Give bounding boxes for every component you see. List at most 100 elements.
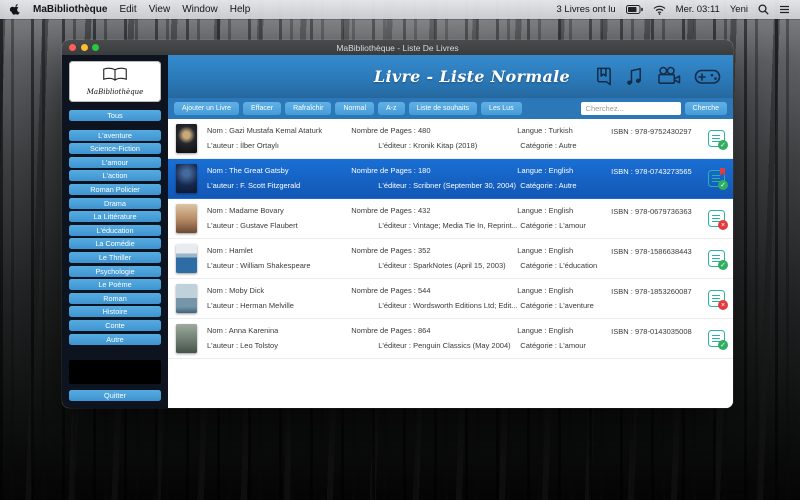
book-row[interactable]: Nom : Madame Bovary L'auteur : Gustave F… bbox=[168, 199, 733, 239]
field-label: L'auteur : bbox=[207, 301, 239, 310]
menu-window[interactable]: Window bbox=[182, 4, 218, 15]
apple-menu-icon[interactable] bbox=[10, 3, 21, 16]
field-label: Nombre de Pages : bbox=[351, 127, 416, 136]
field-label: Nom : bbox=[207, 207, 228, 216]
search-button[interactable]: Cherche bbox=[684, 102, 727, 115]
menubar-clock[interactable]: Mer. 03:11 bbox=[676, 4, 720, 15]
sidebar-item-le-poeme[interactable]: Le Poème bbox=[69, 279, 161, 291]
sidebar-item-histoire[interactable]: Histoire bbox=[69, 306, 161, 318]
clear-button[interactable]: Effacer bbox=[243, 102, 282, 115]
menubar-app-name[interactable]: MaBibliothèque bbox=[33, 4, 107, 15]
book-row[interactable]: Nom : Anna Karenina L'auteur : Leo Tolst… bbox=[168, 319, 733, 359]
book-pages: 432 bbox=[417, 207, 431, 216]
sidebar-item-laction[interactable]: L'action bbox=[69, 170, 161, 182]
book-category: Autre bbox=[558, 181, 577, 190]
book-title: Gazi Mustafa Kemal Ataturk bbox=[229, 127, 323, 136]
films-mode-icon[interactable] bbox=[656, 66, 682, 87]
book-isbn: 978-9752430297 bbox=[634, 127, 692, 136]
book-language: English bbox=[548, 207, 574, 216]
field-label: Langue : bbox=[517, 167, 547, 176]
book-author: Gustave Flaubert bbox=[240, 221, 298, 230]
book-isbn: 978-0143035008 bbox=[634, 327, 692, 336]
quit-button[interactable]: Quitter bbox=[69, 389, 161, 401]
app-window: MaBibliothèque - Liste De Livres MaBibli… bbox=[62, 40, 733, 408]
book-category: L'aventure bbox=[559, 301, 594, 310]
sidebar-item-la-litterature[interactable]: La Littérature bbox=[69, 211, 161, 223]
search-input[interactable] bbox=[580, 102, 681, 115]
sidebar-item-roman[interactable]: Roman bbox=[69, 292, 161, 304]
games-mode-icon[interactable] bbox=[694, 69, 721, 85]
add-book-button[interactable]: Ajouter un Livre bbox=[174, 102, 240, 115]
menu-view[interactable]: View bbox=[149, 4, 171, 15]
normal-view-button[interactable]: Normal bbox=[335, 102, 374, 115]
sidebar-item-roman-policier[interactable]: Roman Policier bbox=[69, 183, 161, 195]
sidebar-item-tous[interactable]: Tous bbox=[69, 110, 161, 122]
wishlist-button[interactable]: Liste de souhaits bbox=[408, 102, 478, 115]
book-row[interactable]: Nom : Gazi Mustafa Kemal Ataturk L'auteu… bbox=[168, 119, 733, 159]
field-label: ISBN : bbox=[611, 207, 633, 216]
book-cover bbox=[176, 284, 197, 313]
refresh-button[interactable]: Rafraîchir bbox=[285, 102, 332, 115]
open-book-icon bbox=[100, 67, 130, 87]
read-status-icon[interactable]: ✓ bbox=[708, 250, 728, 270]
zoom-window-button[interactable] bbox=[92, 44, 99, 51]
field-label: L'auteur : bbox=[207, 221, 239, 230]
sidebar-item-le-thriller[interactable]: Le Thriller bbox=[69, 251, 161, 263]
book-publisher: Vintage; Media Tie In, Reprint... bbox=[413, 221, 518, 230]
book-language: English bbox=[548, 327, 574, 336]
read-status-icon[interactable]: ✓ bbox=[708, 130, 728, 150]
notification-center-icon[interactable] bbox=[779, 5, 790, 14]
check-badge: ✓ bbox=[718, 140, 728, 150]
menubar-user[interactable]: Yeni bbox=[730, 4, 748, 15]
field-label: Catégorie : bbox=[520, 221, 557, 230]
spotlight-icon[interactable] bbox=[758, 4, 769, 15]
sidebar-item-drama[interactable]: Drama bbox=[69, 197, 161, 209]
books-mode-icon[interactable] bbox=[594, 66, 613, 87]
sidebar-item-laventure[interactable]: L'aventure bbox=[69, 129, 161, 141]
book-author: İlber Ortaylı bbox=[240, 141, 279, 150]
book-title: Anna Karenina bbox=[228, 327, 279, 336]
read-status-icon[interactable]: × bbox=[708, 210, 728, 230]
sidebar-item-la-comedie[interactable]: La Comédie bbox=[69, 238, 161, 250]
menubar-status-text[interactable]: 3 Livres ont lu bbox=[557, 4, 616, 15]
field-label: ISBN : bbox=[611, 327, 633, 336]
sidebar-item-lamour[interactable]: L'amour bbox=[69, 156, 161, 168]
window-titlebar[interactable]: MaBibliothèque - Liste De Livres bbox=[62, 40, 733, 55]
book-category: L'amour bbox=[559, 221, 586, 230]
sidebar-item-autre[interactable]: Autre bbox=[69, 333, 161, 345]
field-label: Catégorie : bbox=[520, 141, 557, 150]
sidebar-item-leducation[interactable]: L'éducation bbox=[69, 224, 161, 236]
window-title: MaBibliothèque - Liste De Livres bbox=[336, 42, 459, 53]
sidebar-item-science-fiction[interactable]: Science-Fiction bbox=[69, 143, 161, 155]
read-status-icon[interactable]: ✓ bbox=[708, 330, 728, 350]
field-label: Catégorie : bbox=[520, 341, 557, 350]
book-author: Leo Tolstoy bbox=[240, 341, 278, 350]
read-status-icon[interactable]: × bbox=[708, 290, 728, 310]
menu-bar: MaBibliothèque Edit View Window Help 3 L… bbox=[0, 0, 800, 19]
book-row[interactable]: Nom : Hamlet L'auteur : William Shakespe… bbox=[168, 239, 733, 279]
music-mode-icon[interactable] bbox=[625, 66, 644, 87]
book-title: The Great Gatsby bbox=[228, 167, 289, 176]
read-status-icon[interactable]: ✓ bbox=[708, 168, 728, 190]
menu-help[interactable]: Help bbox=[230, 4, 251, 15]
read-list-button[interactable]: Les Lus bbox=[481, 102, 522, 115]
field-label: Langue : bbox=[517, 327, 547, 336]
wifi-icon[interactable] bbox=[653, 5, 666, 15]
book-cover bbox=[176, 164, 197, 193]
book-pages: 480 bbox=[417, 127, 431, 136]
battery-icon[interactable] bbox=[625, 5, 643, 14]
minimize-window-button[interactable] bbox=[80, 44, 88, 51]
close-window-button[interactable] bbox=[69, 44, 76, 51]
sidebar-item-psychologie[interactable]: Psychologie bbox=[69, 265, 161, 277]
book-row[interactable]: Nom : The Great Gatsby L'auteur : F. Sco… bbox=[168, 159, 733, 199]
menu-edit[interactable]: Edit bbox=[119, 4, 136, 15]
check-badge: ✓ bbox=[718, 340, 728, 350]
book-language: Turkish bbox=[548, 127, 573, 136]
app-logo: MaBibliothèque bbox=[69, 61, 161, 102]
sidebar-item-conte[interactable]: Conte bbox=[69, 319, 161, 331]
book-row[interactable]: Nom : Moby Dick L'auteur : Herman Melvil… bbox=[168, 279, 733, 319]
sort-az-button[interactable]: A-z bbox=[378, 102, 405, 115]
book-isbn: 978-1853260087 bbox=[634, 287, 692, 296]
field-label: ISBN : bbox=[611, 127, 633, 136]
traffic-lights bbox=[69, 44, 99, 51]
